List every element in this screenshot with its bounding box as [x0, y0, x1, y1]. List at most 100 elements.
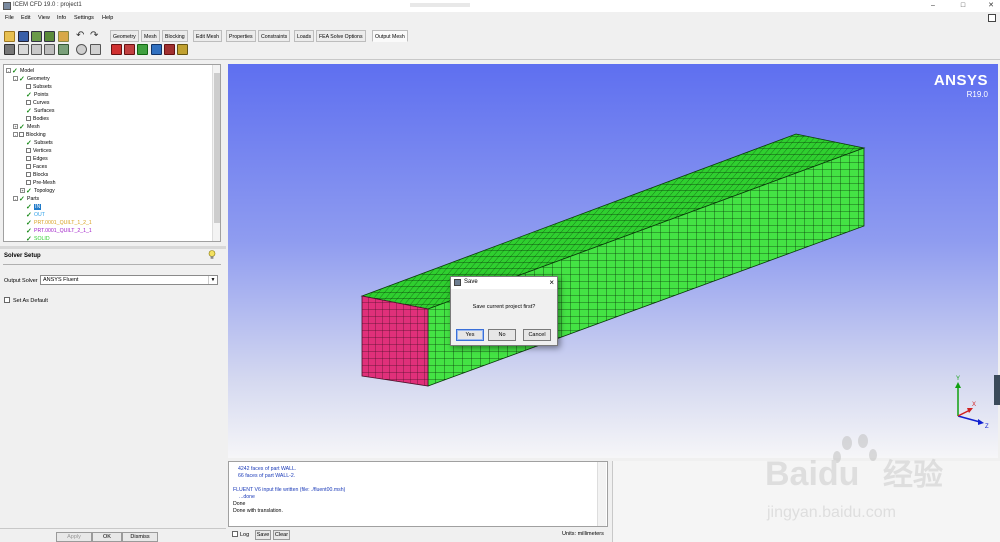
- scrollbar-thumb[interactable]: [214, 73, 220, 223]
- checkbox-icon[interactable]: [4, 297, 10, 303]
- minimize-icon[interactable]: –: [926, 1, 940, 11]
- checkbox-icon[interactable]: [232, 531, 238, 537]
- solid-display-icon[interactable]: [76, 44, 87, 55]
- tree-blocking-faces[interactable]: Faces: [26, 163, 47, 171]
- checkbox-icon[interactable]: [26, 164, 31, 169]
- graphics-viewport[interactable]: ANSYS R19.0 Y Z X: [228, 64, 998, 458]
- save-geometry-icon[interactable]: [44, 31, 55, 42]
- tree-part-in[interactable]: ✓ IN: [26, 203, 42, 211]
- edit-parameters-icon[interactable]: [151, 44, 162, 55]
- tree-blocking-premesh[interactable]: Pre-Mesh: [26, 179, 56, 187]
- menu-help[interactable]: Help: [102, 15, 113, 21]
- collapse-icon[interactable]: -: [6, 68, 11, 73]
- checkbox-icon[interactable]: [19, 132, 24, 137]
- checkbox-icon[interactable]: [26, 180, 31, 185]
- collapse-icon[interactable]: -: [13, 76, 18, 81]
- collapse-icon[interactable]: -: [13, 196, 18, 201]
- tree-geometry-curves[interactable]: Curves: [26, 99, 49, 107]
- menu-settings[interactable]: Settings: [74, 15, 94, 21]
- ok-button[interactable]: OK: [92, 532, 122, 542]
- mesh-model[interactable]: [228, 64, 998, 458]
- tree-blocking-subsets[interactable]: ✓ Subsets: [26, 139, 53, 147]
- no-button[interactable]: No: [488, 329, 516, 341]
- tree-part-out[interactable]: ✓ OUT: [26, 211, 45, 219]
- chevron-down-icon[interactable]: ▼: [208, 276, 217, 284]
- menu-view[interactable]: View: [38, 15, 50, 21]
- zoom-box-icon[interactable]: [18, 44, 29, 55]
- measure-icon[interactable]: [31, 44, 42, 55]
- tree-part-solid[interactable]: ✓ SOLID: [26, 235, 50, 241]
- tree-geometry-surfaces[interactable]: ✓ Surfaces: [26, 107, 54, 115]
- write-mesh-icon[interactable]: [164, 44, 175, 55]
- check-icon[interactable]: ✓: [19, 76, 25, 83]
- checkbox-icon[interactable]: [26, 156, 31, 161]
- export-icon[interactable]: [177, 44, 188, 55]
- tab-output-mesh[interactable]: Output Mesh: [372, 30, 408, 42]
- expand-icon[interactable]: +: [13, 124, 18, 129]
- open-geometry-icon[interactable]: [31, 31, 42, 42]
- console-save-button[interactable]: Save: [255, 530, 271, 540]
- tree-geometry-points[interactable]: ✓ Points: [26, 91, 48, 99]
- distance-icon[interactable]: [44, 44, 55, 55]
- tree-part-quilt-1[interactable]: ✓ PRT.0001_QUILT_1_2_1: [26, 219, 92, 227]
- panel-splitter[interactable]: [0, 246, 226, 249]
- wireframe-icon[interactable]: [90, 44, 101, 55]
- tree-topology[interactable]: + ✓ Topology: [20, 187, 55, 195]
- output-solver-select[interactable]: ANSYS Fluent ▼: [40, 275, 218, 285]
- open-mesh-icon[interactable]: [58, 31, 69, 42]
- tab-blocking[interactable]: Blocking: [162, 30, 188, 42]
- tree-geometry-bodies[interactable]: Bodies: [26, 115, 49, 123]
- check-icon[interactable]: ✓: [26, 236, 32, 241]
- output-solver-icon[interactable]: [124, 44, 135, 55]
- apply-button[interactable]: Apply: [56, 532, 92, 542]
- save-icon[interactable]: [18, 31, 29, 42]
- write-input-icon[interactable]: [111, 44, 122, 55]
- checkbox-icon[interactable]: [26, 100, 31, 105]
- cancel-button[interactable]: Cancel: [523, 329, 551, 341]
- tree-part-quilt-2[interactable]: ✓ PRT.0001_QUILT_2_1_1: [26, 227, 92, 235]
- checkbox-icon[interactable]: [26, 148, 31, 153]
- yes-button[interactable]: Yes: [456, 329, 484, 341]
- checkbox-icon[interactable]: [26, 172, 31, 177]
- model-tree[interactable]: - ✓ Model - ✓ Geometry Subsets ✓ Points Curve…: [3, 64, 221, 242]
- log-checkbox[interactable]: Log: [232, 531, 249, 538]
- checkbox-icon[interactable]: [26, 84, 31, 89]
- restore-layout-icon[interactable]: [988, 14, 996, 22]
- display-options-icon[interactable]: [58, 44, 69, 55]
- console-scrollbar[interactable]: [597, 462, 606, 526]
- menu-file[interactable]: File: [5, 15, 14, 21]
- tab-mesh[interactable]: Mesh: [141, 30, 160, 42]
- close-icon[interactable]: ✕: [984, 1, 998, 11]
- tree-geometry[interactable]: - ✓ Geometry: [13, 75, 50, 83]
- tree-blocking-edges[interactable]: Edges: [26, 155, 48, 163]
- checkbox-icon[interactable]: [26, 116, 31, 121]
- tab-geometry[interactable]: Geometry: [110, 30, 139, 42]
- tree-blocking[interactable]: - Blocking: [13, 131, 46, 139]
- maximize-icon[interactable]: □: [956, 1, 970, 11]
- tree-mesh[interactable]: + ✓ Mesh: [13, 123, 40, 131]
- menu-edit[interactable]: Edit: [21, 15, 30, 21]
- boundary-conditions-icon[interactable]: [137, 44, 148, 55]
- set-as-default-checkbox[interactable]: Set As Default: [4, 297, 48, 304]
- lightbulb-icon[interactable]: [208, 250, 216, 260]
- tree-geometry-subsets[interactable]: Subsets: [26, 83, 52, 91]
- close-icon[interactable]: ×: [549, 278, 554, 287]
- tree-model[interactable]: - ✓ Model: [6, 67, 34, 75]
- tab-loads[interactable]: Loads: [294, 30, 315, 42]
- tab-fea-solve-options[interactable]: FEA Solve Options: [316, 30, 366, 42]
- tree-blocking-blocks[interactable]: Blocks: [26, 171, 48, 179]
- tab-properties[interactable]: Properties: [226, 30, 256, 42]
- open-folder-icon[interactable]: [4, 31, 15, 42]
- collapse-icon[interactable]: -: [13, 132, 18, 137]
- undo-icon[interactable]: ↶: [76, 31, 87, 42]
- tree-parts[interactable]: - ✓ Parts: [13, 195, 39, 203]
- dismiss-button[interactable]: Dismiss: [122, 532, 158, 542]
- tree-blocking-vertices[interactable]: Vertices: [26, 147, 51, 155]
- message-console[interactable]: 4242 faces of part WALL. 66 faces of par…: [228, 461, 608, 527]
- redo-icon[interactable]: ↷: [90, 31, 101, 42]
- tab-constraints[interactable]: Constraints: [258, 30, 291, 42]
- tab-edit-mesh[interactable]: Edit Mesh: [193, 30, 223, 42]
- fit-window-icon[interactable]: [4, 44, 15, 55]
- expand-icon[interactable]: +: [20, 188, 25, 193]
- check-icon[interactable]: ✓: [19, 196, 25, 203]
